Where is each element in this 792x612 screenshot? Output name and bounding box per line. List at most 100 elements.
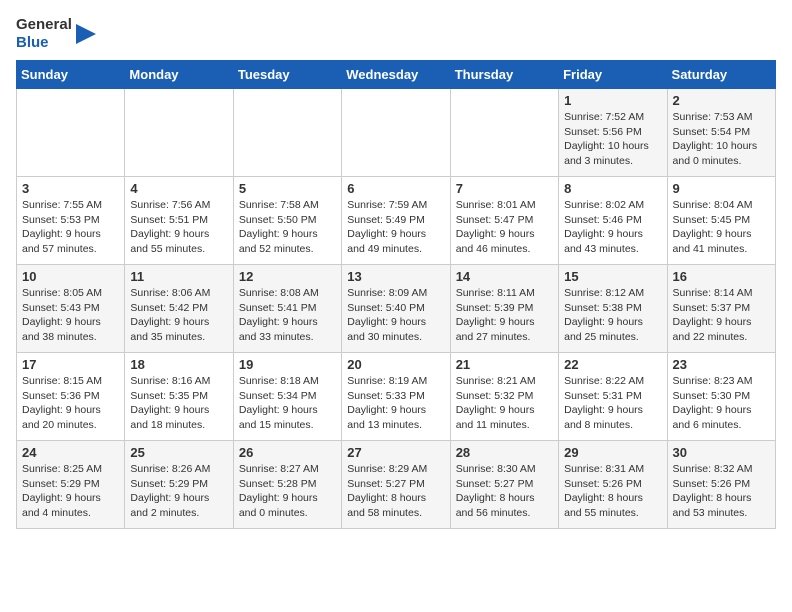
day-number: 19 [239, 357, 336, 372]
day-detail: Sunrise: 8:15 AM Sunset: 5:36 PM Dayligh… [22, 374, 119, 433]
page-header: General Blue [16, 16, 776, 52]
calendar-cell: 16 Sunrise: 8:14 AM Sunset: 5:37 PM Dayli… [667, 265, 775, 353]
day-detail: Sunrise: 7:53 AM Sunset: 5:54 PM Dayligh… [673, 110, 770, 169]
calendar-table: SundayMondayTuesdayWednesdayThursdayFrid… [16, 60, 776, 529]
day-number: 22 [564, 357, 661, 372]
day-number: 15 [564, 269, 661, 284]
day-detail: Sunrise: 7:52 AM Sunset: 5:56 PM Dayligh… [564, 110, 661, 169]
day-number: 28 [456, 445, 553, 460]
day-number: 2 [673, 93, 770, 108]
day-number: 18 [130, 357, 227, 372]
weekday-header-monday: Monday [125, 61, 233, 89]
day-number: 9 [673, 181, 770, 196]
day-detail: Sunrise: 8:04 AM Sunset: 5:45 PM Dayligh… [673, 198, 770, 257]
weekday-header-wednesday: Wednesday [342, 61, 450, 89]
day-number: 6 [347, 181, 444, 196]
day-number: 21 [456, 357, 553, 372]
day-detail: Sunrise: 8:14 AM Sunset: 5:37 PM Dayligh… [673, 286, 770, 345]
calendar-cell: 24 Sunrise: 8:25 AM Sunset: 5:29 PM Dayli… [17, 441, 125, 529]
calendar-cell: 10 Sunrise: 8:05 AM Sunset: 5:43 PM Dayli… [17, 265, 125, 353]
day-detail: Sunrise: 8:27 AM Sunset: 5:28 PM Dayligh… [239, 462, 336, 521]
day-number: 13 [347, 269, 444, 284]
day-number: 12 [239, 269, 336, 284]
calendar-cell: 27Sunrise: 8:29 AM Sunset: 5:27 PM Dayli… [342, 441, 450, 529]
day-number: 16 [673, 269, 770, 284]
weekday-header-tuesday: Tuesday [233, 61, 341, 89]
calendar-cell: 4 Sunrise: 7:56 AM Sunset: 5:51 PM Daylig… [125, 177, 233, 265]
calendar-cell: 14 Sunrise: 8:11 AM Sunset: 5:39 PM Dayli… [450, 265, 558, 353]
day-detail: Sunrise: 8:16 AM Sunset: 5:35 PM Dayligh… [130, 374, 227, 433]
day-detail: Sunrise: 7:56 AM Sunset: 5:51 PM Dayligh… [130, 198, 227, 257]
day-detail: Sunrise: 8:26 AM Sunset: 5:29 PM Dayligh… [130, 462, 227, 521]
calendar-cell: 28 Sunrise: 8:30 AM Sunset: 5:27 PM Dayli… [450, 441, 558, 529]
calendar-cell: 23 Sunrise: 8:23 AM Sunset: 5:30 PM Dayli… [667, 353, 775, 441]
day-detail: Sunrise: 8:32 AM Sunset: 5:26 PM Dayligh… [673, 462, 770, 521]
day-number: 26 [239, 445, 336, 460]
calendar-cell: 29 Sunrise: 8:31 AM Sunset: 5:26 PM Dayli… [559, 441, 667, 529]
calendar-cell [342, 89, 450, 177]
calendar-cell: 21 Sunrise: 8:21 AM Sunset: 5:32 PM Dayli… [450, 353, 558, 441]
day-number: 29 [564, 445, 661, 460]
day-number: 5 [239, 181, 336, 196]
weekday-header-saturday: Saturday [667, 61, 775, 89]
calendar-cell [450, 89, 558, 177]
calendar-cell: 2 Sunrise: 7:53 AM Sunset: 5:54 PM Daylig… [667, 89, 775, 177]
calendar-cell: 22 Sunrise: 8:22 AM Sunset: 5:31 PM Dayli… [559, 353, 667, 441]
day-number: 14 [456, 269, 553, 284]
calendar-cell: 20 Sunrise: 8:19 AM Sunset: 5:33 PM Dayli… [342, 353, 450, 441]
day-detail: Sunrise: 7:55 AM Sunset: 5:53 PM Dayligh… [22, 198, 119, 257]
day-number: 1 [564, 93, 661, 108]
calendar-cell: 17 Sunrise: 8:15 AM Sunset: 5:36 PM Dayli… [17, 353, 125, 441]
day-number: 3 [22, 181, 119, 196]
day-detail: Sunrise: 7:59 AM Sunset: 5:49 PM Dayligh… [347, 198, 444, 257]
day-detail: Sunrise: 8:06 AM Sunset: 5:42 PM Dayligh… [130, 286, 227, 345]
day-detail: Sunrise: 8:02 AM Sunset: 5:46 PM Dayligh… [564, 198, 661, 257]
day-detail: Sunrise: 8:09 AM Sunset: 5:40 PM Dayligh… [347, 286, 444, 345]
calendar-cell: 9 Sunrise: 8:04 AM Sunset: 5:45 PM Daylig… [667, 177, 775, 265]
calendar-cell: 19 Sunrise: 8:18 AM Sunset: 5:34 PM Dayli… [233, 353, 341, 441]
day-detail: Sunrise: 8:01 AM Sunset: 5:47 PM Dayligh… [456, 198, 553, 257]
day-number: 10 [22, 269, 119, 284]
day-detail: Sunrise: 8:23 AM Sunset: 5:30 PM Dayligh… [673, 374, 770, 433]
calendar-cell: 13 Sunrise: 8:09 AM Sunset: 5:40 PM Dayli… [342, 265, 450, 353]
calendar-cell [233, 89, 341, 177]
day-detail: Sunrise: 8:19 AM Sunset: 5:33 PM Dayligh… [347, 374, 444, 433]
calendar-cell: 1 Sunrise: 7:52 AM Sunset: 5:56 PM Daylig… [559, 89, 667, 177]
day-number: 4 [130, 181, 227, 196]
day-detail: Sunrise: 8:22 AM Sunset: 5:31 PM Dayligh… [564, 374, 661, 433]
day-number: 23 [673, 357, 770, 372]
calendar-cell: 18 Sunrise: 8:16 AM Sunset: 5:35 PM Dayli… [125, 353, 233, 441]
calendar-cell: 3 Sunrise: 7:55 AM Sunset: 5:53 PM Daylig… [17, 177, 125, 265]
day-detail: Sunrise: 7:58 AM Sunset: 5:50 PM Dayligh… [239, 198, 336, 257]
calendar-cell: 15Sunrise: 8:12 AM Sunset: 5:38 PM Dayli… [559, 265, 667, 353]
day-number: 24 [22, 445, 119, 460]
calendar-cell: 5 Sunrise: 7:58 AM Sunset: 5:50 PM Daylig… [233, 177, 341, 265]
weekday-header-friday: Friday [559, 61, 667, 89]
day-number: 8 [564, 181, 661, 196]
logo-text: General Blue [16, 16, 72, 52]
day-number: 11 [130, 269, 227, 284]
calendar-cell: 8 Sunrise: 8:02 AM Sunset: 5:46 PM Daylig… [559, 177, 667, 265]
day-number: 17 [22, 357, 119, 372]
day-detail: Sunrise: 8:11 AM Sunset: 5:39 PM Dayligh… [456, 286, 553, 345]
calendar-cell: 11 Sunrise: 8:06 AM Sunset: 5:42 PM Dayli… [125, 265, 233, 353]
day-detail: Sunrise: 8:30 AM Sunset: 5:27 PM Dayligh… [456, 462, 553, 521]
logo: General Blue [16, 16, 96, 52]
day-detail: Sunrise: 8:18 AM Sunset: 5:34 PM Dayligh… [239, 374, 336, 433]
day-number: 20 [347, 357, 444, 372]
calendar-cell: 26 Sunrise: 8:27 AM Sunset: 5:28 PM Dayli… [233, 441, 341, 529]
calendar-cell: 25 Sunrise: 8:26 AM Sunset: 5:29 PM Dayli… [125, 441, 233, 529]
day-detail: Sunrise: 8:31 AM Sunset: 5:26 PM Dayligh… [564, 462, 661, 521]
day-detail: Sunrise: 8:08 AM Sunset: 5:41 PM Dayligh… [239, 286, 336, 345]
calendar-cell: 7 Sunrise: 8:01 AM Sunset: 5:47 PM Daylig… [450, 177, 558, 265]
day-detail: Sunrise: 8:05 AM Sunset: 5:43 PM Dayligh… [22, 286, 119, 345]
calendar-cell: 12 Sunrise: 8:08 AM Sunset: 5:41 PM Dayli… [233, 265, 341, 353]
day-number: 27 [347, 445, 444, 460]
day-detail: Sunrise: 8:21 AM Sunset: 5:32 PM Dayligh… [456, 374, 553, 433]
day-detail: Sunrise: 8:25 AM Sunset: 5:29 PM Dayligh… [22, 462, 119, 521]
day-number: 25 [130, 445, 227, 460]
weekday-header-thursday: Thursday [450, 61, 558, 89]
weekday-header-sunday: Sunday [17, 61, 125, 89]
day-number: 7 [456, 181, 553, 196]
day-number: 30 [673, 445, 770, 460]
